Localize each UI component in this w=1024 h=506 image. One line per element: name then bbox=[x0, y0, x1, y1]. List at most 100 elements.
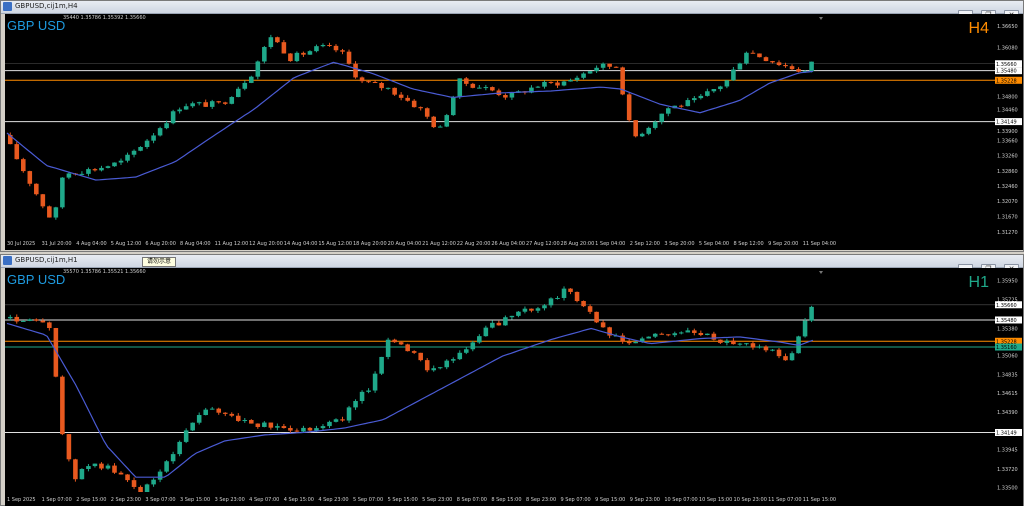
candle[interactable] bbox=[607, 63, 612, 70]
candle[interactable] bbox=[600, 62, 606, 70]
candle[interactable] bbox=[346, 49, 352, 65]
candle[interactable] bbox=[522, 306, 528, 314]
candle[interactable] bbox=[548, 297, 554, 308]
candle[interactable] bbox=[789, 351, 795, 361]
candle[interactable] bbox=[431, 115, 437, 129]
candle[interactable] bbox=[600, 320, 606, 328]
candle[interactable] bbox=[626, 92, 632, 122]
candle[interactable] bbox=[379, 356, 384, 376]
candle[interactable] bbox=[424, 358, 430, 373]
candle[interactable] bbox=[229, 412, 235, 418]
candle[interactable] bbox=[776, 348, 782, 359]
candle[interactable] bbox=[574, 75, 580, 82]
candle[interactable] bbox=[509, 315, 515, 320]
candle[interactable] bbox=[346, 405, 352, 423]
candle[interactable] bbox=[437, 125, 443, 128]
candle[interactable] bbox=[613, 66, 619, 68]
candle[interactable] bbox=[144, 483, 150, 492]
candle[interactable] bbox=[477, 85, 482, 89]
candle[interactable] bbox=[144, 138, 150, 149]
candle[interactable] bbox=[418, 106, 423, 111]
candle[interactable] bbox=[626, 339, 632, 345]
candle[interactable] bbox=[262, 45, 267, 64]
candle[interactable] bbox=[789, 64, 795, 71]
candle[interactable] bbox=[14, 314, 20, 324]
candle[interactable] bbox=[177, 440, 182, 457]
candle[interactable] bbox=[535, 85, 541, 88]
candle[interactable] bbox=[744, 343, 749, 346]
candle[interactable] bbox=[542, 80, 547, 89]
candle[interactable] bbox=[607, 326, 612, 339]
candle[interactable] bbox=[47, 321, 52, 331]
candle[interactable] bbox=[731, 338, 736, 345]
candle[interactable] bbox=[340, 48, 345, 55]
candle[interactable] bbox=[216, 407, 222, 415]
candle[interactable] bbox=[620, 333, 625, 344]
candle[interactable] bbox=[437, 366, 443, 370]
candle[interactable] bbox=[353, 61, 358, 79]
candle[interactable] bbox=[490, 86, 495, 92]
candle[interactable] bbox=[659, 332, 665, 335]
candle[interactable] bbox=[359, 76, 365, 84]
candle[interactable] bbox=[170, 109, 176, 125]
candle[interactable] bbox=[353, 399, 358, 410]
candle[interactable] bbox=[281, 39, 287, 54]
candle[interactable] bbox=[581, 72, 586, 80]
candle[interactable] bbox=[203, 407, 208, 416]
candle[interactable] bbox=[411, 350, 417, 354]
candle[interactable] bbox=[151, 133, 156, 144]
h1-time-axis[interactable]: 1 Sep 2025 1 Sep 07:00 2 Sep 15:00 2 Sep 23… bbox=[5, 492, 1023, 506]
candle[interactable] bbox=[750, 341, 756, 350]
candle[interactable] bbox=[796, 67, 801, 73]
candle[interactable] bbox=[763, 345, 769, 353]
h1-plot-area[interactable]: GBP USD 35570 1.35786 1.35521 1.35660 H1 bbox=[5, 268, 995, 492]
candle[interactable] bbox=[490, 320, 495, 329]
candle[interactable] bbox=[92, 463, 98, 468]
candle[interactable] bbox=[125, 152, 130, 163]
candle[interactable] bbox=[138, 146, 143, 152]
candle[interactable] bbox=[431, 365, 437, 372]
candle[interactable] bbox=[60, 177, 65, 209]
candle[interactable] bbox=[516, 310, 521, 318]
candle[interactable] bbox=[385, 337, 391, 360]
candle[interactable] bbox=[60, 375, 65, 436]
candle[interactable] bbox=[692, 328, 697, 336]
candle[interactable] bbox=[294, 51, 300, 63]
candle[interactable] bbox=[698, 330, 704, 337]
h1-chart-window[interactable]: GBPUSD,cij1m,H1 请勿示意 — ❐ ✕ GBP USD 35570… bbox=[0, 254, 1024, 506]
candle[interactable] bbox=[711, 331, 717, 341]
candle[interactable] bbox=[411, 99, 417, 108]
candle[interactable] bbox=[235, 413, 241, 422]
candle[interactable] bbox=[340, 416, 345, 422]
candle[interactable] bbox=[594, 65, 599, 73]
candle[interactable] bbox=[535, 306, 541, 314]
candle[interactable] bbox=[222, 412, 228, 417]
h4-time-axis[interactable]: 30 Jul 2025 31 Jul 20:00 4 Aug 04:00 5 Aug … bbox=[5, 236, 1023, 250]
candle[interactable] bbox=[99, 462, 104, 471]
candle[interactable] bbox=[665, 334, 671, 337]
candle[interactable] bbox=[555, 296, 560, 300]
candle[interactable] bbox=[183, 103, 189, 110]
candle[interactable] bbox=[424, 107, 430, 119]
candle[interactable] bbox=[568, 78, 573, 82]
h4-titlebar[interactable]: GBPUSD,cij1m,H4 — ❐ ✕ bbox=[1, 1, 1023, 21]
candle[interactable] bbox=[177, 107, 182, 114]
candle[interactable] bbox=[561, 80, 567, 87]
candle[interactable] bbox=[770, 349, 775, 352]
candle[interactable] bbox=[731, 66, 736, 81]
candle[interactable] bbox=[450, 357, 456, 364]
candle[interactable] bbox=[809, 61, 814, 73]
candle[interactable] bbox=[314, 44, 319, 53]
candle[interactable] bbox=[757, 53, 762, 58]
candle[interactable] bbox=[366, 388, 371, 394]
candle[interactable] bbox=[594, 311, 599, 324]
candle[interactable] bbox=[301, 51, 306, 57]
candle[interactable] bbox=[444, 113, 450, 128]
candle[interactable] bbox=[86, 167, 91, 177]
candle[interactable] bbox=[235, 86, 241, 98]
candle[interactable] bbox=[685, 97, 691, 107]
candle[interactable] bbox=[568, 288, 573, 295]
candle[interactable] bbox=[118, 158, 124, 165]
candle[interactable] bbox=[249, 75, 254, 84]
candle[interactable] bbox=[692, 96, 697, 103]
